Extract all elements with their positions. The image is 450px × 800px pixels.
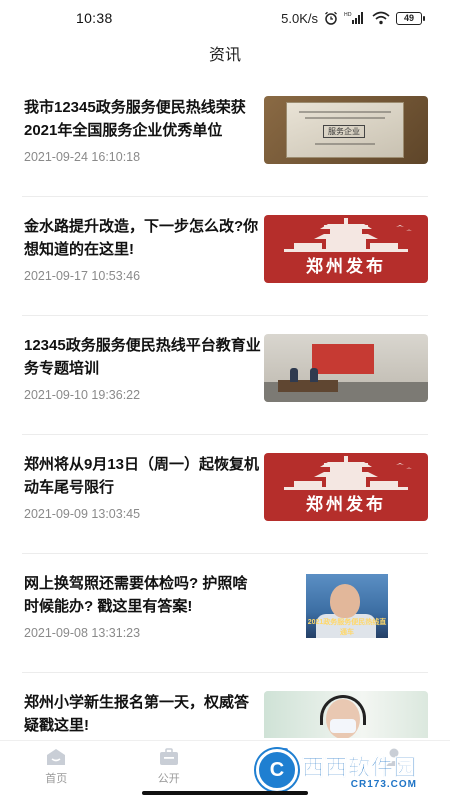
person bbox=[310, 368, 318, 382]
portrait-head bbox=[330, 584, 360, 618]
news-date: 2021-09-09 13:03:45 bbox=[24, 507, 141, 521]
person bbox=[290, 368, 298, 382]
plaque-label: 服务企业 bbox=[323, 125, 365, 138]
portrait-card: 2021政务服务便民热线直通车 bbox=[306, 574, 388, 638]
desk bbox=[278, 380, 338, 392]
news-thumbnail[interactable]: 郑州发布 bbox=[264, 453, 428, 521]
battery-icon: 49 bbox=[396, 11, 425, 25]
news-title: 郑州小学新生报名第一天，权威答疑戳这里! bbox=[24, 694, 250, 734]
network-speed: 5.0K/s bbox=[281, 10, 318, 26]
watermark-text: 西西软件园 CR173.COM bbox=[302, 750, 417, 790]
news-thumbnail[interactable] bbox=[264, 691, 428, 738]
tab-label: 首页 bbox=[45, 773, 68, 785]
zhengzhou-brand-text: 郑州发布 bbox=[306, 495, 386, 514]
plaque-plate: 服务企业 bbox=[286, 102, 404, 158]
news-title: 郑州将从9月13日（周一）起恢复机动车尾号限行 bbox=[24, 456, 260, 496]
home-indicator bbox=[142, 791, 308, 795]
stage-screen bbox=[312, 344, 374, 374]
status-icons: 5.0K/s HD 49 bbox=[281, 10, 425, 26]
battery-level: 49 bbox=[403, 13, 414, 23]
news-title: 金水路提升改造，下一步怎么改?你想知道的在这里! bbox=[24, 218, 259, 258]
watermark-sub-text: CR173.COM bbox=[350, 779, 418, 790]
news-title: 网上换驾照还需要体检吗? 护照啥时候能办? 戳这里有答案! bbox=[24, 575, 248, 615]
news-thumbnail[interactable] bbox=[264, 334, 428, 402]
news-date: 2021-09-10 19:36:22 bbox=[24, 388, 141, 402]
status-time: 10:38 bbox=[76, 10, 113, 26]
alarm-icon bbox=[325, 11, 337, 25]
watermark-logo: C 西西软件园 CR173.COM bbox=[256, 744, 446, 796]
news-item[interactable]: 我市12345政务服务便民热线荣获2021年全国服务企业优秀单位 2021-09… bbox=[22, 78, 428, 197]
news-thumbnail[interactable]: 服务企业 bbox=[264, 96, 428, 164]
plaque-line bbox=[305, 117, 385, 119]
news-item[interactable]: 网上换驾照还需要体检吗? 护照啥时候能办? 戳这里有答案! 2021-09-08… bbox=[22, 554, 428, 673]
news-title: 我市12345政务服务便民热线荣获2021年全国服务企业优秀单位 bbox=[24, 99, 246, 139]
tab-label: 公开 bbox=[157, 773, 180, 785]
news-item[interactable]: 郑州小学新生报名第一天，权威答疑戳这里! bbox=[22, 673, 428, 738]
news-item[interactable]: 郑州将从9月13日（周一）起恢复机动车尾号限行 2021-09-09 13:03… bbox=[22, 435, 428, 554]
plaque-line bbox=[299, 111, 391, 113]
portrait-caption: 2021政务服务便民热线直通车 bbox=[307, 619, 387, 636]
page-title: 资讯 bbox=[208, 47, 241, 64]
plaque-line bbox=[315, 143, 375, 145]
svg-text:HD: HD bbox=[344, 12, 352, 18]
news-thumbnail[interactable]: 郑州发布 bbox=[264, 215, 428, 283]
page-header: 资讯 bbox=[0, 36, 450, 70]
hd-signal-icon: HD bbox=[344, 12, 363, 24]
news-thumbnail[interactable]: 2021政务服务便民热线直通车 bbox=[264, 572, 428, 640]
news-list: 我市12345政务服务便民热线荣获2021年全国服务企业优秀单位 2021-09… bbox=[0, 78, 450, 738]
news-date: 2021-09-17 10:53:46 bbox=[24, 269, 141, 283]
home-icon bbox=[47, 749, 66, 765]
news-title: 12345政务服务便民热线平台教育业务专题培训 bbox=[24, 337, 261, 377]
news-item[interactable]: 12345政务服务便民热线平台教育业务专题培训 2021-09-10 19:36… bbox=[22, 316, 428, 435]
news-date: 2021-09-08 13:31:23 bbox=[24, 626, 141, 640]
news-date: 2021-09-24 16:10:18 bbox=[24, 150, 141, 164]
briefcase-icon bbox=[159, 748, 178, 765]
news-item[interactable]: 金水路提升改造，下一步怎么改?你想知道的在这里! 2021-09-17 10:5… bbox=[22, 197, 428, 316]
watermark-main-text: 西西软件园 bbox=[302, 755, 418, 781]
zhengzhou-brand-text: 郑州发布 bbox=[306, 257, 386, 276]
status-bar: 10:38 5.0K/s HD 49 bbox=[0, 0, 450, 36]
tab-home[interactable]: 首页 bbox=[0, 741, 113, 800]
watermark-circle-icon: C bbox=[256, 749, 298, 791]
wifi-icon bbox=[372, 11, 390, 25]
